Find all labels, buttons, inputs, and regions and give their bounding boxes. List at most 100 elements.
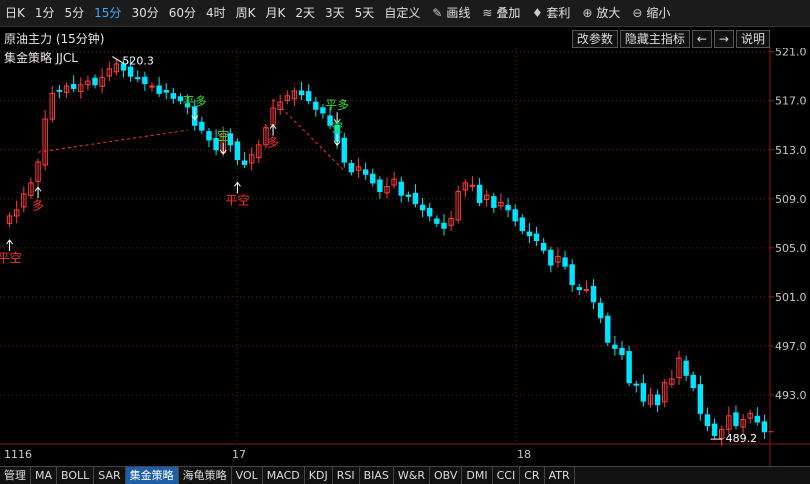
- indicator-tab-5[interactable]: 海龟策略: [179, 467, 232, 484]
- control-button-3[interactable]: →: [713, 30, 734, 48]
- candle-body: [548, 249, 554, 266]
- y-tick-label: 513.0: [775, 144, 807, 157]
- indicator-tab-11[interactable]: W&R: [394, 467, 430, 484]
- y-tick-label: 497.0: [775, 340, 807, 353]
- period-11[interactable]: 5天: [350, 0, 380, 26]
- indicator-tab-9[interactable]: RSI: [333, 467, 360, 484]
- candle-body: [142, 76, 148, 85]
- tool-label: 放大: [596, 6, 621, 20]
- candle-body: [590, 286, 597, 303]
- candle-body: [562, 257, 568, 267]
- candle-body: [619, 347, 625, 356]
- candle-body: [476, 184, 483, 203]
- period-6[interactable]: 4时: [201, 0, 231, 26]
- period-9[interactable]: 2天: [290, 0, 320, 26]
- period-12[interactable]: 自定义: [379, 0, 425, 26]
- candle-body: [683, 360, 689, 376]
- y-tick-label: 521.0: [775, 48, 807, 59]
- candle-body: [348, 162, 355, 173]
- candle-body: [533, 233, 540, 241]
- x-tick-label: 1116: [4, 448, 32, 461]
- candle-body: [569, 264, 575, 286]
- tool-zoom-out[interactable]: ⊖ 缩小: [625, 0, 675, 26]
- indicator-tab-1[interactable]: MA: [31, 467, 58, 484]
- candle-body: [704, 414, 711, 427]
- period-2[interactable]: 5分: [60, 0, 90, 26]
- indicator-tab-8[interactable]: KDJ: [305, 467, 333, 484]
- signal-label: 多: [32, 198, 44, 212]
- candle-body: [434, 218, 440, 224]
- indicator-tab-16[interactable]: ATR: [545, 467, 575, 484]
- indicator-tab-15[interactable]: CR: [520, 467, 545, 484]
- y-tick-label: 493.0: [775, 389, 807, 402]
- info-bar: 原油主力 (15分钟) 改参数 隐藏主指标 ← → 说明: [0, 28, 810, 48]
- period-0[interactable]: 日K: [0, 0, 30, 26]
- candle-body: [576, 287, 582, 291]
- tool-label: 画线: [446, 6, 471, 20]
- pencil-icon: ✎: [432, 6, 443, 20]
- period-3[interactable]: 15分: [89, 0, 126, 26]
- candle-body: [127, 66, 134, 77]
- candle-body: [56, 89, 63, 92]
- x-tick-label: 18: [517, 448, 531, 461]
- signal-label: 平多: [325, 98, 349, 112]
- period-10[interactable]: 3天: [320, 0, 350, 26]
- candle-body: [313, 101, 319, 110]
- tool-layers[interactable]: ≋ 叠加: [475, 0, 525, 26]
- control-button-0[interactable]: 改参数: [571, 30, 618, 48]
- zoom-out-icon: ⊖: [632, 6, 643, 20]
- candle-body: [761, 421, 768, 433]
- indicator-tab-4[interactable]: 集金策略: [125, 467, 179, 484]
- tool-label: 叠加: [496, 6, 521, 20]
- signal-label: 平空: [225, 193, 249, 207]
- high-price-label: 520.3: [122, 54, 154, 67]
- y-tick-label: 501.0: [775, 291, 807, 304]
- candle-body: [370, 173, 376, 184]
- indicator-tab-14[interactable]: CCI: [493, 467, 521, 484]
- candle-body: [540, 242, 547, 251]
- candle-body: [640, 383, 647, 402]
- candle-body: [149, 85, 155, 88]
- trend-line: [37, 129, 188, 153]
- period-5[interactable]: 60分: [164, 0, 201, 26]
- signal-label: 空: [217, 129, 229, 143]
- control-button-2[interactable]: ←: [691, 30, 712, 48]
- candle-body: [419, 204, 426, 211]
- indicator-tab-0[interactable]: 管理: [0, 467, 31, 484]
- indicator-tab-10[interactable]: BIAS: [360, 467, 394, 484]
- candle-body: [199, 121, 205, 131]
- candle-body: [711, 423, 718, 436]
- period-4[interactable]: 30分: [126, 0, 163, 26]
- tool-zoom-in[interactable]: ⊕ 放大: [575, 0, 625, 26]
- candle-body: [427, 207, 433, 217]
- period-1[interactable]: 1分: [30, 0, 60, 26]
- indicator-tab-12[interactable]: OBV: [430, 467, 463, 484]
- indicator-tab-2[interactable]: BOLL: [57, 467, 95, 484]
- period-7[interactable]: 周K: [231, 0, 261, 26]
- candle-body: [491, 196, 497, 208]
- candle-body: [519, 217, 526, 232]
- candle-body: [697, 384, 704, 414]
- candle-body: [70, 84, 77, 89]
- tool-pencil[interactable]: ✎ 画线: [425, 0, 475, 26]
- candle-body: [405, 194, 412, 197]
- tool-label: 套利: [546, 6, 571, 20]
- candle-body: [597, 302, 604, 319]
- indicator-tab-6[interactable]: VOL: [232, 467, 263, 484]
- candle-body: [163, 89, 169, 93]
- candle-body: [733, 412, 739, 427]
- period-8[interactable]: 月K: [261, 0, 291, 26]
- control-button-1[interactable]: 隐藏主指标: [619, 30, 690, 48]
- candlestick-chart[interactable]: 521.0 517.0 513.0 509.0 505.0 501.0 497.0 493.0…: [0, 48, 810, 466]
- zoom-in-icon: ⊕: [582, 6, 593, 20]
- control-button-4[interactable]: 说明: [735, 30, 770, 48]
- x-tick-label: 17: [232, 448, 246, 461]
- candle-body: [512, 209, 518, 222]
- candle-body: [362, 169, 369, 175]
- tool-bag[interactable]: ♦ 套利: [525, 0, 575, 26]
- candle-body: [605, 315, 611, 343]
- indicator-tab-13[interactable]: DMI: [462, 467, 493, 484]
- indicator-tab-3[interactable]: SAR: [94, 467, 126, 484]
- indicator-tab-7[interactable]: MACD: [263, 467, 305, 484]
- signal-label: 空: [331, 120, 343, 134]
